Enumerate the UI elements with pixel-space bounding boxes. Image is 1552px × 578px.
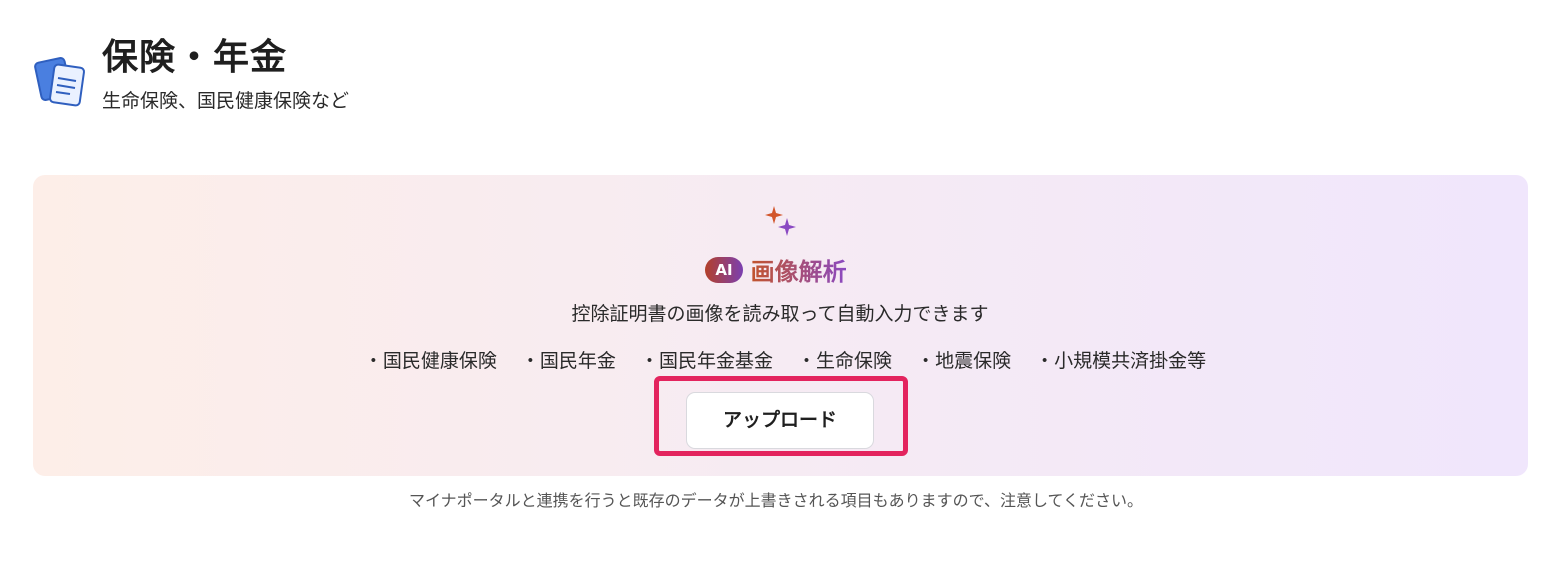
page-subtitle: 生命保険、国民健康保険など [102, 90, 350, 112]
category-item: ・地震保険 [916, 350, 1012, 372]
category-list: ・国民健康保険 ・国民年金 ・国民年金基金 ・生命保険 ・地震保険 ・小規模共済… [0, 346, 1552, 376]
category-item: ・生命保険 [797, 350, 893, 372]
category-item: ・国民年金基金 [639, 350, 773, 372]
category-item: ・国民年金 [520, 350, 616, 372]
ai-description: 控除証明書の画像を読み取って自動入力できます [571, 303, 989, 325]
ai-badge: AI [705, 256, 743, 283]
section-header: 保険・年金 生命保険、国民健康保険など [34, 34, 349, 114]
page: 保険・年金 生命保険、国民健康保険など AI 画像解析 控除証明書の画像を読み取… [0, 0, 1552, 578]
upload-button[interactable]: アップロード [686, 392, 874, 449]
category-item: ・国民健康保険 [363, 350, 497, 372]
header-text: 保険・年金 生命保険、国民健康保険など [102, 34, 349, 114]
page-title: 保険・年金 [102, 37, 288, 78]
sparkle-icon [765, 206, 796, 236]
ai-heading: AI 画像解析 [0, 252, 1552, 287]
ai-title: 画像解析 [751, 252, 847, 287]
category-item: ・小規模共済掛金等 [1035, 350, 1207, 372]
footer-notice: マイナポータルと連携を行うと既存のデータが上書きされる項目もありますので、注意し… [408, 491, 1144, 510]
document-stack-icon [34, 57, 85, 107]
